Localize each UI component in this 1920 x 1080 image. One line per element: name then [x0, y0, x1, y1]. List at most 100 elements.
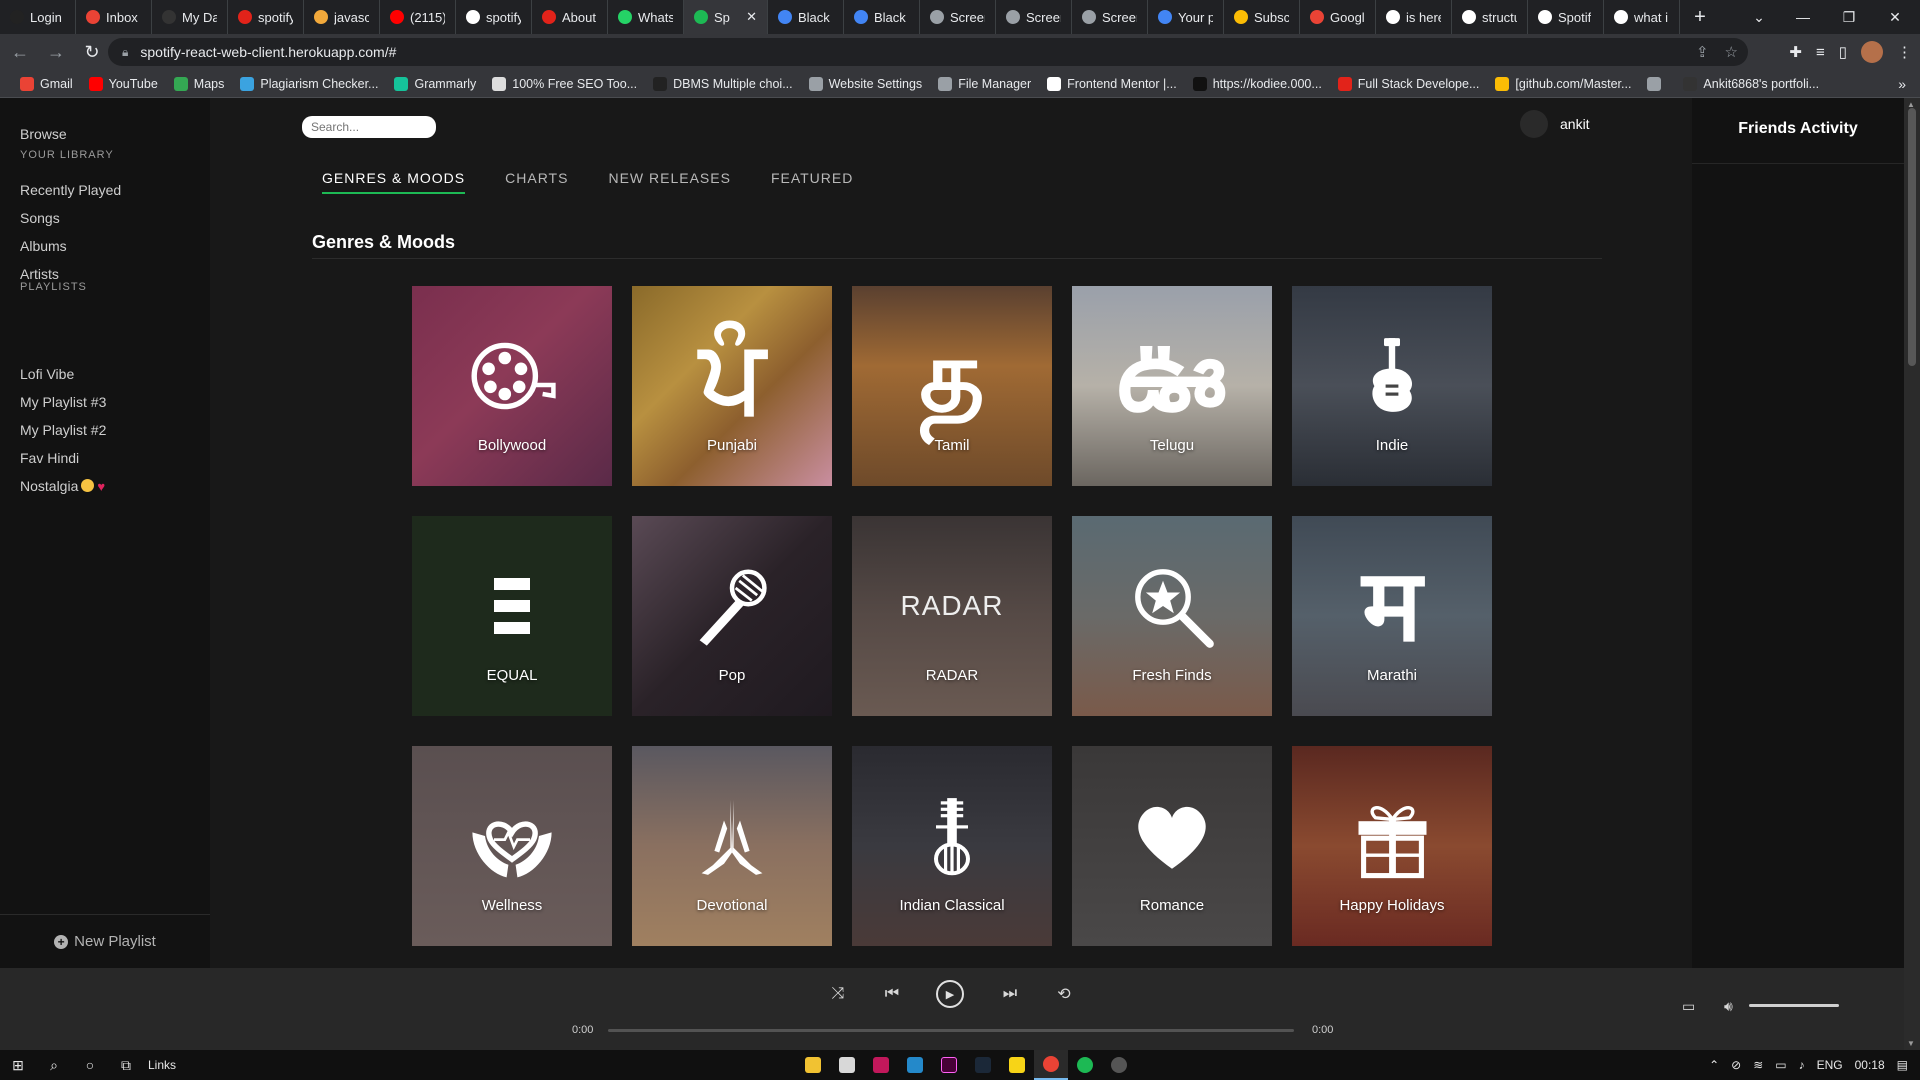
sidebar-item-artists[interactable]: Artists — [20, 266, 59, 282]
playlist-item[interactable]: My Playlist #3 — [20, 394, 106, 410]
bookmark-item[interactable]: https://kodiee.000... — [1185, 70, 1330, 98]
genre-card-bollywood[interactable]: Bollywood — [412, 286, 612, 486]
devices-icon[interactable]: ▭ — [1682, 998, 1695, 1015]
genre-card-indie[interactable]: Indie — [1292, 286, 1492, 486]
links-toolbar[interactable]: Links — [148, 1058, 176, 1072]
scrollbar-thumb[interactable] — [1908, 108, 1916, 366]
bookmark-item[interactable]: Frontend Mentor |... — [1039, 70, 1185, 98]
volume-slider[interactable] — [1749, 1004, 1839, 1007]
spotify-taskbar-icon[interactable] — [1068, 1050, 1102, 1080]
chrome-menu-icon[interactable]: ⋮ — [1897, 43, 1912, 61]
bookmark-item[interactable]: File Manager — [930, 70, 1039, 98]
address-bar[interactable]: 🔒︎ spotify-react-web-client.herokuapp.co… — [108, 38, 1748, 66]
genre-card-equal[interactable]: EQUAL — [412, 516, 612, 716]
task-view-icon[interactable]: ⧉ — [108, 1050, 144, 1080]
browser-tab[interactable]: Screen — [996, 0, 1072, 34]
genre-card-telugu[interactable]: ఊ Telugu — [1072, 286, 1272, 486]
browser-tab[interactable]: Black — [768, 0, 844, 34]
sidebar-item-albums[interactable]: Albums — [20, 238, 67, 254]
repeat-icon[interactable]: ⟲ — [1052, 982, 1076, 1006]
playlist-item[interactable]: Lofi Vibe — [20, 366, 74, 382]
bookmark-item[interactable] — [1639, 70, 1675, 98]
chrome-taskbar-icon[interactable] — [1034, 1050, 1068, 1080]
browser-tab[interactable]: (2115) — [380, 0, 456, 34]
bookmark-item[interactable]: Website Settings — [801, 70, 931, 98]
previous-icon[interactable]: ⏮︎ — [880, 982, 904, 1006]
sidebar-item-recently-played[interactable]: Recently Played — [20, 182, 121, 198]
play-button[interactable]: ▶ — [936, 980, 964, 1008]
side-panel-icon[interactable]: ▯ — [1839, 43, 1847, 61]
genre-card-wellness[interactable]: Wellness — [412, 746, 612, 946]
forward-button[interactable]: → — [40, 36, 72, 68]
browser-tab[interactable]: Subsc — [1224, 0, 1300, 34]
mail-app-icon[interactable] — [864, 1050, 898, 1080]
tab-close-icon[interactable]: ✕ — [746, 9, 757, 25]
genre-card-fresh-finds[interactable]: Fresh Finds — [1072, 516, 1272, 716]
genre-card-pop[interactable]: Pop — [632, 516, 832, 716]
new-tab-button[interactable]: + — [1680, 0, 1720, 34]
tab-new-releases[interactable]: NEW RELEASES — [608, 170, 730, 194]
browser-tab[interactable]: what i — [1604, 0, 1680, 34]
battery-icon[interactable]: ▭ — [1775, 1058, 1786, 1072]
browser-tab[interactable]: structu — [1452, 0, 1528, 34]
browser-tab[interactable]: spotify — [456, 0, 532, 34]
browser-tab[interactable]: Black — [844, 0, 920, 34]
sidebar-item-browse[interactable]: Browse — [20, 126, 67, 142]
genre-card-punjabi[interactable]: ਪੰ Punjabi — [632, 286, 832, 486]
bookmark-item[interactable]: Ankit6868's portfoli... — [1675, 70, 1827, 98]
steam-icon[interactable] — [966, 1050, 1000, 1080]
restore-button[interactable]: ❐ — [1826, 0, 1872, 34]
extensions-icon[interactable]: ✚ — [1789, 43, 1802, 61]
bookmark-item[interactable]: Plagiarism Checker... — [232, 70, 386, 98]
playlist-item[interactable]: My Playlist #2 — [20, 422, 106, 438]
bookmark-item[interactable]: Grammarly — [386, 70, 484, 98]
minimize-button[interactable]: — — [1780, 0, 1826, 34]
genre-card-happy-holidays[interactable]: Happy Holidays — [1292, 746, 1492, 946]
browser-tab[interactable]: Googl — [1300, 0, 1376, 34]
browser-tab[interactable]: javasc — [304, 0, 380, 34]
progress-bar[interactable] — [608, 1029, 1294, 1032]
scroll-down-icon[interactable]: ▼ — [1907, 1039, 1915, 1048]
browser-tab[interactable]: Sp ✕ — [684, 0, 768, 34]
bookmark-item[interactable]: DBMS Multiple choi... — [645, 70, 800, 98]
vscode-icon[interactable] — [898, 1050, 932, 1080]
browser-tab[interactable]: Screen — [1072, 0, 1148, 34]
page-scrollbar[interactable]: ▲ ▼ — [1904, 98, 1920, 1050]
browser-tab[interactable]: is here — [1376, 0, 1452, 34]
tab-featured[interactable]: FEATURED — [771, 170, 853, 194]
bookmark-star-icon[interactable]: ☆ — [1725, 43, 1738, 61]
sticky-notes-icon[interactable] — [1000, 1050, 1034, 1080]
genre-card-indian-classical[interactable]: Indian Classical — [852, 746, 1052, 946]
search-icon[interactable]: ⌕ — [36, 1050, 72, 1080]
browser-tab[interactable]: Screen — [920, 0, 996, 34]
next-icon[interactable]: ⏭︎ — [998, 982, 1022, 1006]
genre-card-romance[interactable]: Romance — [1072, 746, 1272, 946]
bookmarks-overflow-icon[interactable]: » — [1898, 70, 1906, 98]
browser-tab[interactable]: My Da — [152, 0, 228, 34]
bookmark-item[interactable]: [github.com/Master... — [1487, 70, 1639, 98]
browser-tab[interactable]: Whats — [608, 0, 684, 34]
browser-tab[interactable]: Login — [0, 0, 76, 34]
browser-tab[interactable]: About — [532, 0, 608, 34]
windows-start-icon[interactable]: ⊞ — [0, 1050, 36, 1080]
genre-card-devotional[interactable]: Devotional — [632, 746, 832, 946]
genre-card-marathi[interactable]: म Marathi — [1292, 516, 1492, 716]
share-icon[interactable]: ⇪ — [1696, 43, 1709, 61]
sidebar-item-songs[interactable]: Songs — [20, 210, 60, 226]
close-window-button[interactable]: ✕ — [1872, 0, 1918, 34]
tab-search-button[interactable]: ⌄ — [1736, 0, 1782, 34]
notifications-icon[interactable]: ▤ — [1897, 1058, 1908, 1072]
tray-chevron-icon[interactable]: ⌃ — [1709, 1058, 1719, 1072]
browser-tab[interactable]: Inbox — [76, 0, 152, 34]
browser-tab[interactable]: Spotif — [1528, 0, 1604, 34]
bookmark-item[interactable]: Gmail — [12, 70, 81, 98]
tab-genres-moods[interactable]: GENRES & MOODS — [322, 170, 466, 194]
reload-button[interactable]: ↻ — [76, 36, 108, 68]
search-input[interactable] — [302, 116, 436, 138]
cortana-icon[interactable]: ○ — [72, 1050, 108, 1080]
genre-card-tamil[interactable]: த Tamil — [852, 286, 1052, 486]
wifi-icon[interactable]: ≋ — [1753, 1058, 1763, 1072]
back-button[interactable]: ← — [4, 36, 36, 68]
file-explorer-icon[interactable] — [796, 1050, 830, 1080]
store-icon[interactable] — [830, 1050, 864, 1080]
